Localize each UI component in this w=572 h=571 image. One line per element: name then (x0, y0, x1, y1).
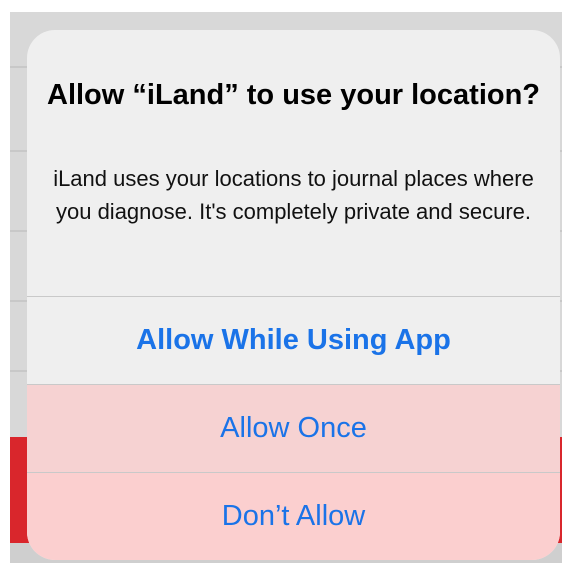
alert-content: Allow “iLand” to use your location? iLan… (27, 30, 560, 296)
alert-title: Allow “iLand” to use your location? (47, 79, 541, 111)
alert-message: iLand uses your locations to journal pla… (53, 166, 534, 224)
location-permission-alert: Allow “iLand” to use your location? iLan… (27, 30, 560, 560)
allow-while-using-app-button[interactable]: Allow While Using App (27, 297, 560, 384)
dont-allow-button[interactable]: Don’t Allow (27, 473, 560, 560)
allow-once-button[interactable]: Allow Once (27, 385, 560, 472)
